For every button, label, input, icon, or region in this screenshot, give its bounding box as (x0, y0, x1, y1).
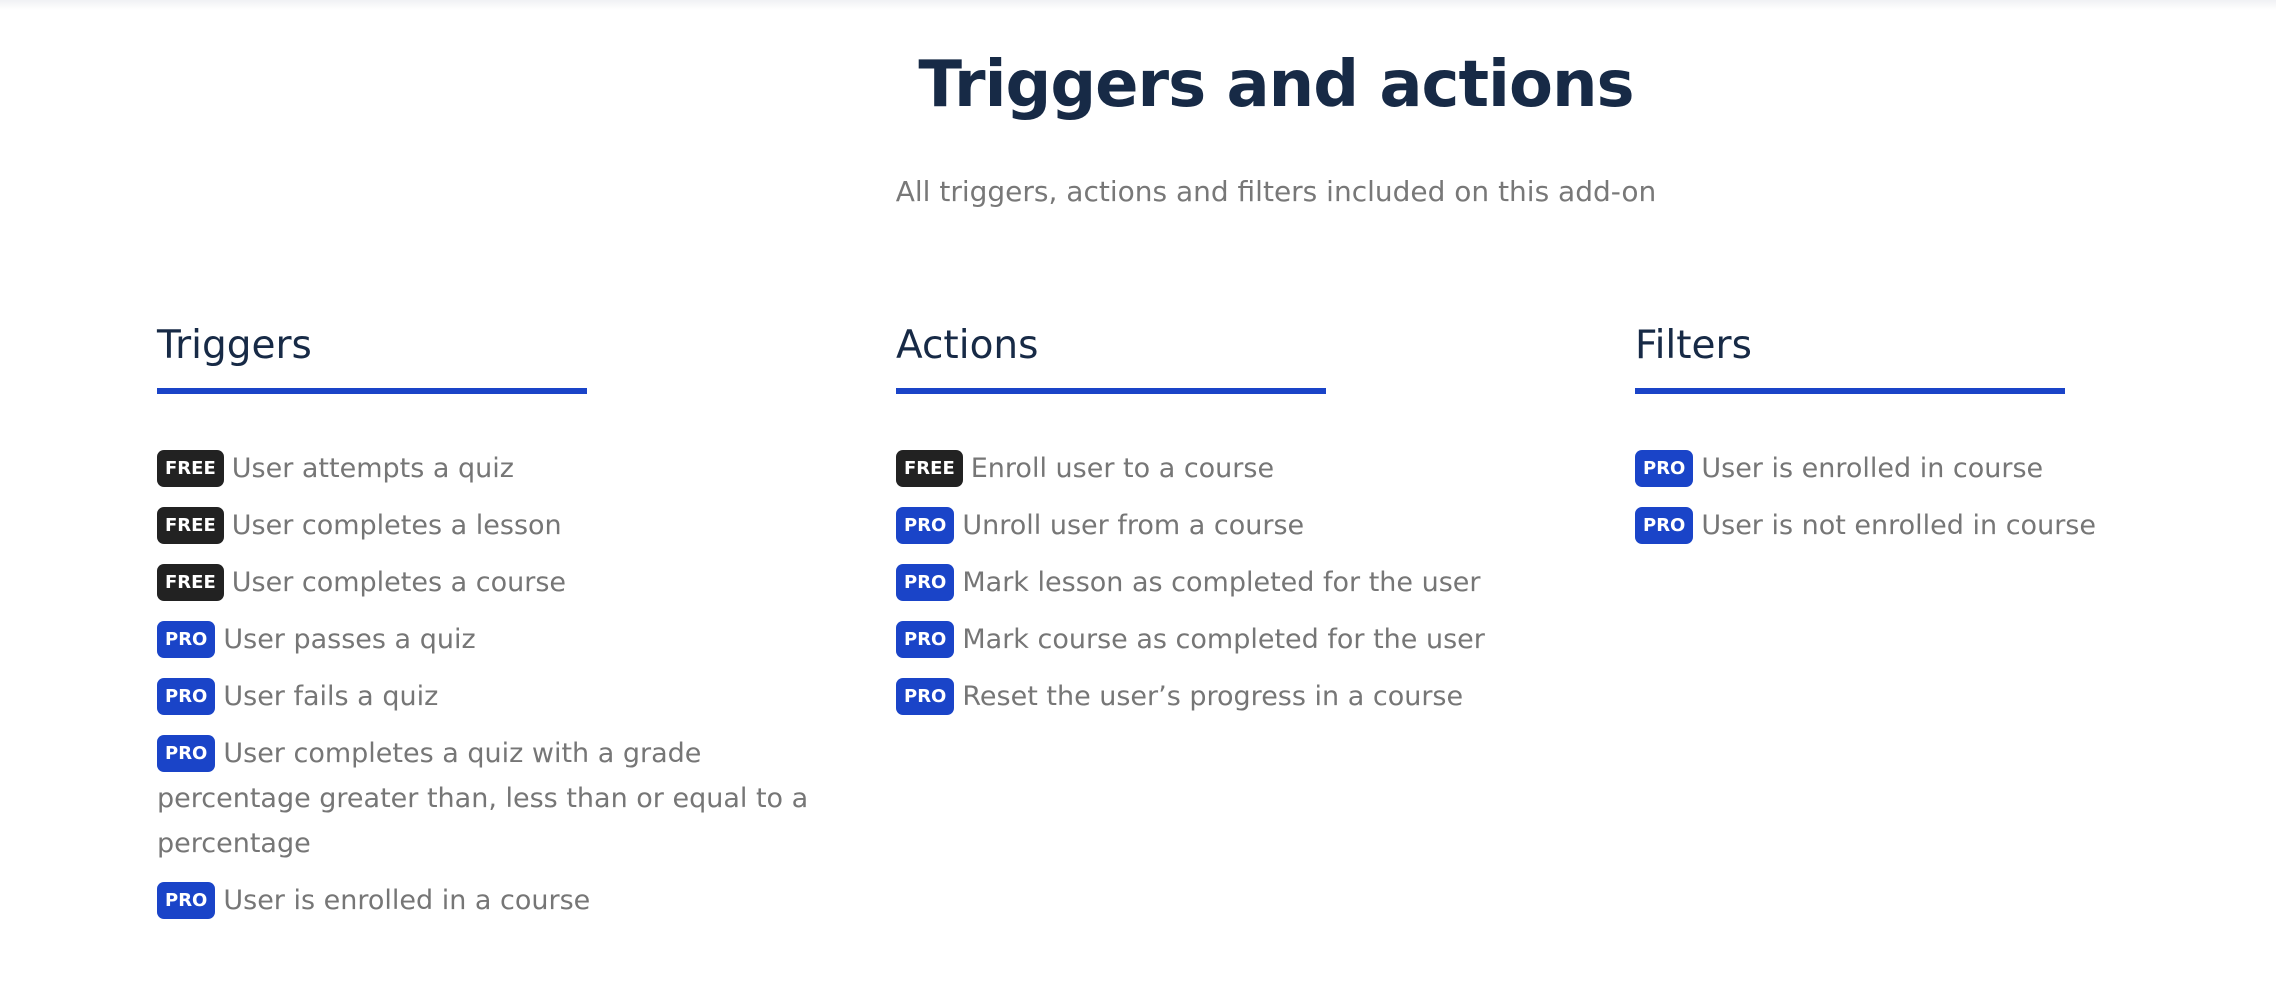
triggers-list: FREE User attempts a quiz FREE User complet… (157, 446, 857, 923)
filters-column: Filters PRO User is enrolled in course PRO… (1635, 318, 2276, 560)
list-item: FREE User completes a course (157, 560, 857, 605)
pro-badge: PRO (157, 678, 216, 715)
list-item: PRO User fails a quiz (157, 674, 857, 719)
pro-badge: PRO (896, 564, 955, 601)
filters-heading: Filters (1635, 323, 1752, 368)
item-label: User attempts a quiz (231, 453, 514, 484)
item-label: User completes a quiz with a grade perce… (157, 738, 809, 859)
pro-badge: PRO (157, 621, 216, 658)
page-subtitle: All triggers, actions and filters includ… (895, 175, 1657, 208)
actions-underline (896, 388, 1326, 394)
list-item: PRO Mark course as completed for the user (896, 617, 1596, 662)
list-item: PRO User is enrolled in a course (157, 878, 857, 923)
triggers-column: Triggers FREE User attempts a quiz FREE Use… (157, 318, 877, 935)
list-item: PRO Mark lesson as completed for the user (896, 560, 1596, 605)
list-item: PRO User is not enrolled in course (1635, 503, 2276, 548)
free-badge: FREE (896, 450, 963, 487)
list-item: FREE User completes a lesson (157, 503, 857, 548)
item-label: Unroll user from a course (962, 510, 1305, 541)
pro-badge: PRO (896, 507, 955, 544)
actions-list: FREE Enroll user to a course PRO Unroll use… (896, 446, 1596, 719)
actions-heading: Actions (896, 323, 1039, 368)
item-label: Enroll user to a course (970, 453, 1275, 484)
pro-badge: PRO (896, 678, 955, 715)
pro-badge: PRO (157, 882, 216, 919)
triggers-heading: Triggers (157, 323, 312, 368)
top-shadow (0, 0, 2276, 10)
free-badge: FREE (157, 507, 224, 544)
item-label: User completes a course (231, 567, 567, 598)
list-item: PRO User passes a quiz (157, 617, 857, 662)
item-label: User is enrolled in course (1701, 453, 2044, 484)
item-label: User completes a lesson (231, 510, 562, 541)
actions-column: Actions FREE Enroll user to a course PRO Un… (896, 318, 1616, 731)
item-label: User passes a quiz (223, 624, 476, 655)
free-badge: FREE (157, 564, 224, 601)
list-item: FREE User attempts a quiz (157, 446, 857, 491)
free-badge: FREE (157, 450, 224, 487)
pro-badge: PRO (896, 621, 955, 658)
item-label: User fails a quiz (223, 681, 439, 712)
filters-list: PRO User is enrolled in course PRO User is … (1635, 446, 2276, 548)
list-item: PRO Reset the user’s progress in a course (896, 674, 1596, 719)
item-label: Mark lesson as completed for the user (962, 567, 1481, 598)
item-label: User is enrolled in a course (223, 885, 591, 916)
list-item: PRO User is enrolled in course (1635, 446, 2276, 491)
triggers-underline (157, 388, 587, 394)
pro-badge: PRO (157, 735, 216, 772)
pro-badge: PRO (1635, 507, 1694, 544)
filters-underline (1635, 388, 2065, 394)
list-item: PRO User completes a quiz with a grade pe… (157, 731, 857, 866)
page-title: Triggers and actions (918, 48, 1634, 122)
item-label: Mark course as completed for the user (962, 624, 1485, 655)
pro-badge: PRO (1635, 450, 1694, 487)
list-item: FREE Enroll user to a course (896, 446, 1596, 491)
item-label: Reset the user’s progress in a course (962, 681, 1464, 712)
list-item: PRO Unroll user from a course (896, 503, 1596, 548)
item-label: User is not enrolled in course (1701, 510, 2096, 541)
